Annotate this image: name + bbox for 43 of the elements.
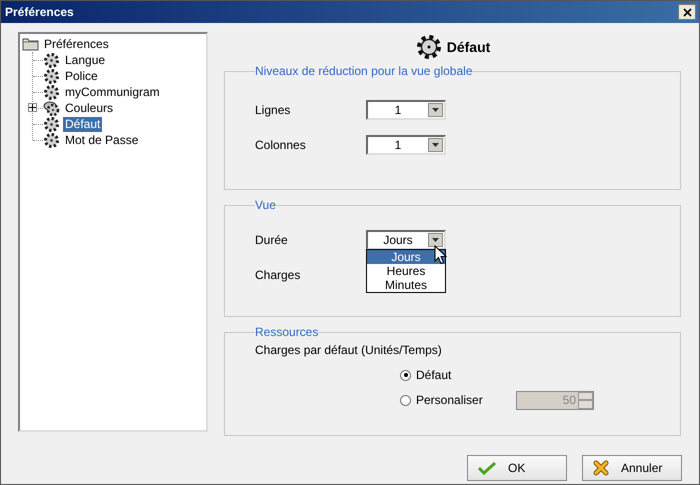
caret-icon bbox=[432, 108, 439, 112]
tree-item[interactable]: Couleurs bbox=[63, 100, 116, 116]
tree-item[interactable]: Préférences bbox=[42, 36, 111, 52]
dropdown[interactable]: 1 bbox=[366, 135, 446, 155]
gear-icon bbox=[43, 132, 60, 148]
field-label: Colonnes bbox=[255, 138, 307, 152]
dropdown[interactable]: 1 bbox=[366, 100, 446, 120]
group-title: Niveaux de réduction pour la vue globale bbox=[255, 64, 472, 78]
field-label: Durée bbox=[255, 233, 289, 247]
gear-icon bbox=[43, 84, 60, 100]
radio-option[interactable]: Défaut bbox=[400, 368, 516, 382]
gear-icon bbox=[43, 52, 60, 68]
close-icon bbox=[682, 8, 692, 16]
gear-icon bbox=[414, 33, 443, 61]
group-title: Vue bbox=[255, 198, 276, 212]
dropdown-option[interactable]: Minutes bbox=[367, 278, 445, 292]
tree-item[interactable]: Mot de Passe bbox=[63, 132, 140, 148]
close-button[interactable] bbox=[678, 4, 696, 20]
dropdown[interactable]: Jours bbox=[366, 230, 446, 250]
tree-item[interactable]: Langue bbox=[63, 52, 108, 68]
palette-gear-icon bbox=[43, 100, 60, 116]
tree-item[interactable]: Défaut bbox=[63, 116, 102, 132]
caret-icon bbox=[432, 143, 439, 147]
field-label: Charges bbox=[255, 268, 302, 282]
folder-icon bbox=[22, 37, 39, 51]
gear-icon bbox=[43, 116, 60, 132]
tree-item[interactable]: myCommunigram bbox=[63, 84, 162, 100]
cross-icon bbox=[593, 460, 609, 476]
dropdown-option[interactable]: Jours bbox=[367, 250, 445, 264]
gear-icon bbox=[43, 68, 60, 84]
dropdown-option[interactable]: Heures bbox=[367, 264, 445, 278]
ok-button[interactable]: OK bbox=[467, 455, 567, 481]
field-label: Lignes bbox=[255, 103, 292, 117]
group-title: Ressources bbox=[255, 325, 318, 339]
section-label: Charges par défaut (Unités/Temps) bbox=[255, 343, 443, 357]
window-title: Préférences bbox=[5, 5, 74, 19]
radio-option[interactable]: Personaliser bbox=[400, 393, 516, 407]
cancel-button[interactable]: Annuler bbox=[582, 455, 682, 481]
page-title: Défaut bbox=[446, 39, 490, 55]
checkmark-icon bbox=[478, 461, 496, 475]
tree-item[interactable]: Police bbox=[63, 68, 100, 84]
caret-icon bbox=[432, 238, 439, 242]
expand-toggle[interactable] bbox=[28, 103, 37, 112]
